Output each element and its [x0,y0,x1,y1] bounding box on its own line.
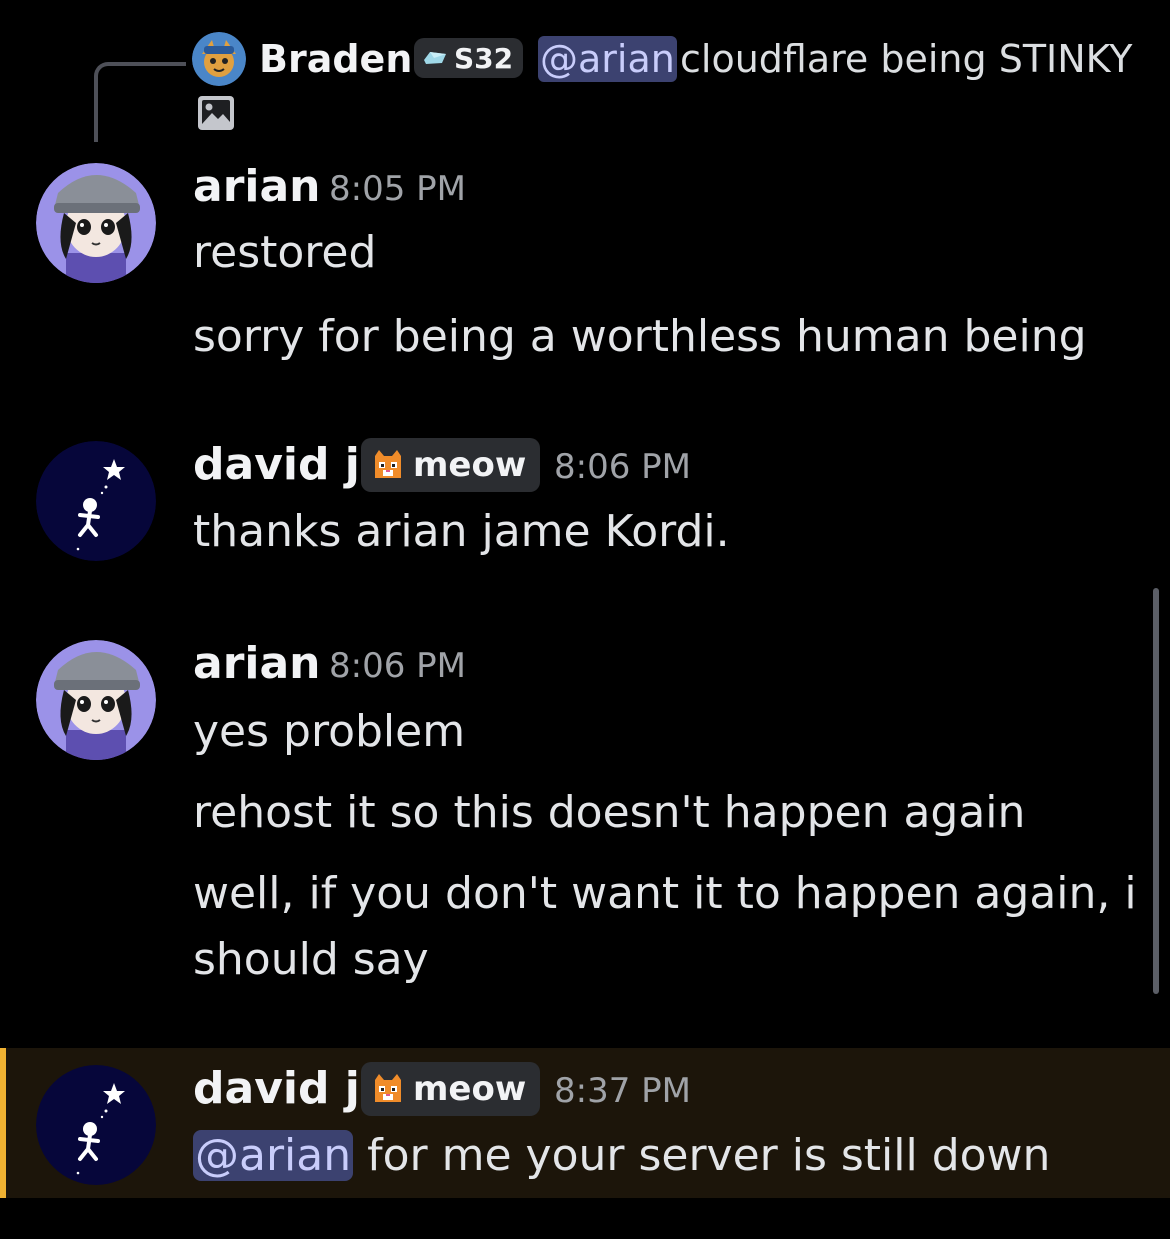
scrollbar[interactable] [1153,588,1159,994]
message-text: rehost it so this doesn't happen again [193,787,1026,838]
message-text: yes problem [193,706,466,757]
author-name[interactable]: david j. [193,438,377,492]
meow-tag-label: meow [413,1069,527,1109]
message-text: restored [193,227,377,278]
reply-author-name[interactable]: Braden [259,36,412,82]
reply-server-tag[interactable]: S32 [414,38,524,78]
timestamp: 8:37 PM [554,1071,691,1111]
mention-highlight-bar [0,1048,6,1198]
meow-tag-label: meow [413,445,527,485]
braden-avatar[interactable] [192,32,246,86]
message-body: for me your server is still down [367,1130,1051,1181]
reply-preview[interactable]: Braden S32 @arian cloudflare being STINK… [0,28,1170,142]
user-mention[interactable]: @arian [193,1130,354,1181]
image-icon [198,96,234,130]
arian-avatar[interactable] [36,163,156,283]
meow-tag[interactable]: meow [361,1062,541,1116]
david-avatar[interactable] [36,441,156,561]
reply-mention[interactable]: @arian [538,36,677,82]
timestamp: 8:06 PM [554,447,691,487]
timestamp: 8:06 PM [329,646,466,686]
timestamp: 8:05 PM [329,169,466,209]
meow-tag[interactable]: meow [361,438,541,492]
reply-text: cloudflare being STINKY [680,37,1133,81]
cat-icon [375,450,401,478]
message-text: sorry for being a worthless human being [193,311,1087,362]
message-text: thanks arian jame Kordi. [193,506,730,557]
message-text: @arian for me your server is still down [193,1125,1050,1187]
gem-icon [424,52,446,64]
reply-tag-label: S32 [454,41,514,75]
cat-icon [375,1074,401,1102]
message-text: should say [193,934,429,985]
message-text: well, if you don't want it to happen aga… [193,868,1137,919]
reply-connector-line [94,62,186,142]
author-name[interactable]: arian [193,160,321,214]
author-name[interactable]: arian [193,637,321,691]
arian-avatar[interactable] [36,640,156,760]
david-avatar[interactable] [36,1065,156,1185]
author-name[interactable]: david j. [193,1062,377,1116]
